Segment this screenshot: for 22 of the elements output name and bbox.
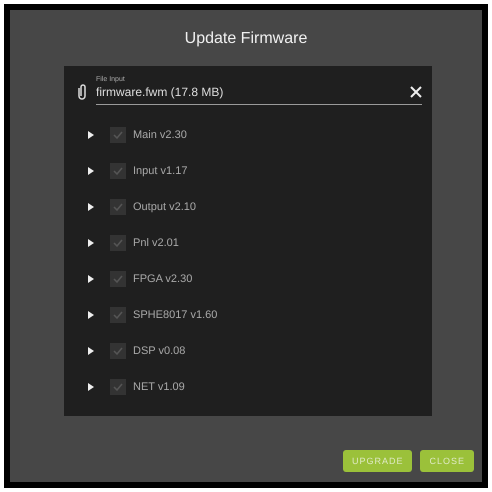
paperclip-icon[interactable] — [76, 83, 88, 101]
module-label: SPHE8017 v1.60 — [133, 309, 218, 321]
module-label: FPGA v2.30 — [133, 273, 192, 285]
module-label: Main v2.30 — [133, 129, 187, 141]
module-label: Input v1.17 — [133, 165, 188, 177]
file-input-field[interactable]: firmware.fwm (17.8 MB) — [96, 83, 410, 101]
check-icon — [112, 309, 124, 321]
check-icon — [112, 201, 124, 213]
dialog-title: Update Firmware — [184, 30, 308, 48]
module-label: Output v2.10 — [133, 201, 196, 213]
check-icon — [112, 165, 124, 177]
check-icon — [112, 237, 124, 249]
upgrade-button[interactable]: UPGRADE — [342, 450, 412, 472]
close-button[interactable]: CLOSE — [420, 450, 474, 472]
module-label: Pnl v2.01 — [133, 237, 179, 249]
module-label: NET v1.09 — [133, 381, 185, 393]
check-icon — [112, 381, 124, 393]
check-icon — [112, 273, 124, 285]
check-icon — [112, 129, 124, 141]
module-label: DSP v0.08 — [133, 345, 186, 357]
check-icon — [112, 345, 124, 357]
close-icon[interactable] — [410, 86, 422, 98]
